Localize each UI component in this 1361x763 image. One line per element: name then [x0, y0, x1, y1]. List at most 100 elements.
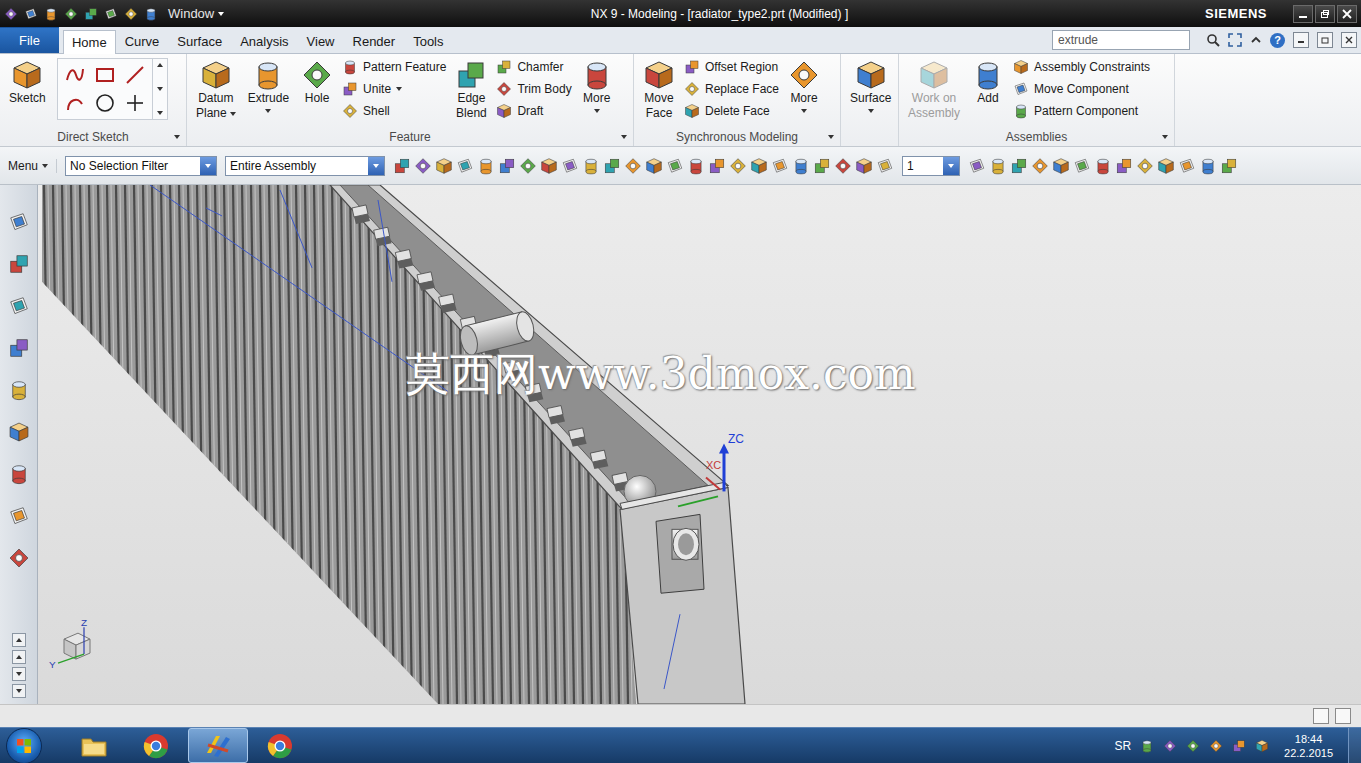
command-button[interactable]: Draft [496, 102, 571, 120]
filter-select[interactable]: No Selection Filter [65, 156, 217, 176]
taskbar-app[interactable] [188, 728, 248, 763]
command-finder[interactable]: extrude [1052, 30, 1190, 50]
cube-icon [645, 157, 663, 175]
large-command-button[interactable]: DatumPlane [193, 58, 239, 122]
close-icon [1345, 36, 1353, 44]
command-button[interactable]: Pattern Component [1013, 102, 1150, 120]
dropdown-icon[interactable] [42, 164, 48, 168]
command-button[interactable]: Replace Face [684, 80, 779, 98]
sheet-icon [456, 157, 474, 175]
minimize-button[interactable] [1293, 5, 1313, 23]
filter-select[interactable]: Entire Assembly [225, 156, 385, 176]
command-button[interactable]: Move Component [1013, 80, 1150, 98]
part-close-button[interactable] [1341, 32, 1357, 48]
maximize-button[interactable] [1315, 5, 1335, 23]
resource-scroll-button[interactable] [12, 684, 26, 698]
dropdown-icon[interactable] [868, 109, 874, 113]
line-icon[interactable] [124, 64, 146, 86]
command-button[interactable]: Unite [342, 80, 446, 98]
diamond-icon [519, 157, 537, 175]
help-button[interactable]: ? [1270, 33, 1285, 48]
window-menu[interactable]: Window [164, 4, 228, 23]
large-command-button[interactable]: Surface [847, 58, 894, 116]
graphics-window[interactable]: ZCXCZY莫西网www.3dmox.com [38, 185, 1361, 704]
command-button[interactable]: Assembly Constraints [1013, 58, 1150, 76]
command-button[interactable]: Delete Face [684, 102, 779, 120]
arc-icon[interactable] [64, 92, 86, 114]
dropdown-icon[interactable] [218, 12, 224, 16]
cube-icon [8, 421, 30, 443]
taskbar-app[interactable] [126, 728, 186, 763]
scroll-down-icon[interactable] [157, 87, 163, 91]
group-expand-icon[interactable] [621, 135, 627, 139]
part-minimize-button[interactable] [1293, 32, 1309, 48]
ribbon-tab[interactable]: View [298, 29, 344, 53]
file-button[interactable]: File [0, 27, 59, 53]
dropdown-icon[interactable] [265, 109, 271, 113]
dropdown-icon[interactable] [230, 112, 236, 116]
block-icon [1010, 157, 1028, 175]
block-icon [1220, 157, 1238, 175]
group-expand-icon[interactable] [828, 135, 834, 139]
resource-scroll-button[interactable] [12, 667, 26, 681]
point-icon[interactable] [124, 92, 146, 114]
ribbon-tab[interactable]: Surface [168, 29, 231, 53]
group-expand-icon[interactable] [174, 135, 180, 139]
dropdown-icon[interactable] [396, 87, 402, 91]
group-expand-icon[interactable] [1162, 135, 1168, 139]
command-button[interactable]: Offset Region [684, 58, 779, 76]
large-command-button[interactable]: EdgeBlend [452, 58, 490, 122]
search-icon[interactable] [1206, 33, 1220, 47]
dropdown-icon[interactable] [205, 164, 211, 168]
dropdown-icon[interactable] [948, 164, 954, 168]
rectangle-icon[interactable] [94, 64, 116, 86]
status-icon[interactable] [1335, 708, 1351, 724]
large-command-button[interactable]: More [578, 58, 616, 116]
ribbon-tab[interactable]: Tools [404, 29, 452, 53]
scroll-up-icon[interactable] [157, 63, 163, 67]
status-icon[interactable] [1313, 708, 1329, 724]
clock[interactable]: 18:4422.2.2015 [1278, 732, 1339, 760]
radiator-model[interactable]: ZCXCZY [38, 185, 1361, 704]
ribbon-tab[interactable]: Render [344, 29, 405, 53]
large-command-button[interactable]: More [785, 58, 823, 116]
command-button[interactable]: Shell [342, 102, 446, 120]
tank-notch [352, 205, 370, 224]
show-desktop-button[interactable] [1348, 728, 1361, 763]
ribbon-tab[interactable]: Analysis [231, 29, 297, 53]
start-button[interactable] [6, 728, 42, 763]
dropdown-icon[interactable] [801, 109, 807, 113]
command-button[interactable]: Pattern Feature [342, 58, 446, 76]
ribbon-tab[interactable]: Home [63, 30, 116, 54]
circle-icon[interactable] [94, 92, 116, 114]
part-restore-button[interactable] [1317, 32, 1333, 48]
dropdown-icon[interactable] [373, 164, 379, 168]
resource-scroll-button[interactable] [12, 633, 26, 647]
dropdown-icon[interactable] [594, 109, 600, 113]
outlet-pipe [672, 528, 699, 560]
collapse-ribbon-icon[interactable] [1250, 34, 1262, 46]
title-bar: WindowNX 9 - Modeling - [radiator_type2.… [0, 0, 1361, 27]
large-command-button[interactable]: Hole [298, 58, 336, 107]
large-command-button[interactable]: Extrude [245, 58, 292, 116]
command-button[interactable]: Trim Body [496, 80, 571, 98]
layer-select[interactable]: 1 [902, 156, 960, 176]
fullscreen-icon[interactable] [1228, 33, 1242, 47]
spline-icon[interactable] [64, 64, 86, 86]
resource-scroll-button[interactable] [12, 650, 26, 664]
language-indicator[interactable]: SR [1114, 739, 1131, 753]
taskbar-app[interactable] [250, 728, 310, 763]
gallery-more-icon[interactable] [157, 111, 163, 115]
menu-button[interactable]: Menu [8, 159, 57, 173]
large-command-button[interactable]: Sketch [6, 58, 49, 107]
diamond-icon [1031, 157, 1049, 175]
cylinder-icon [8, 463, 30, 485]
large-command-button[interactable]: Add [969, 58, 1007, 107]
diamond-icon [124, 7, 138, 21]
taskbar-app[interactable] [64, 728, 124, 763]
command-button[interactable]: Chamfer [496, 58, 571, 76]
large-command-button[interactable]: MoveFace [640, 58, 678, 122]
ribbon-tab[interactable]: Curve [116, 29, 169, 53]
close-button[interactable] [1337, 5, 1357, 23]
diamond-icon [496, 81, 512, 97]
